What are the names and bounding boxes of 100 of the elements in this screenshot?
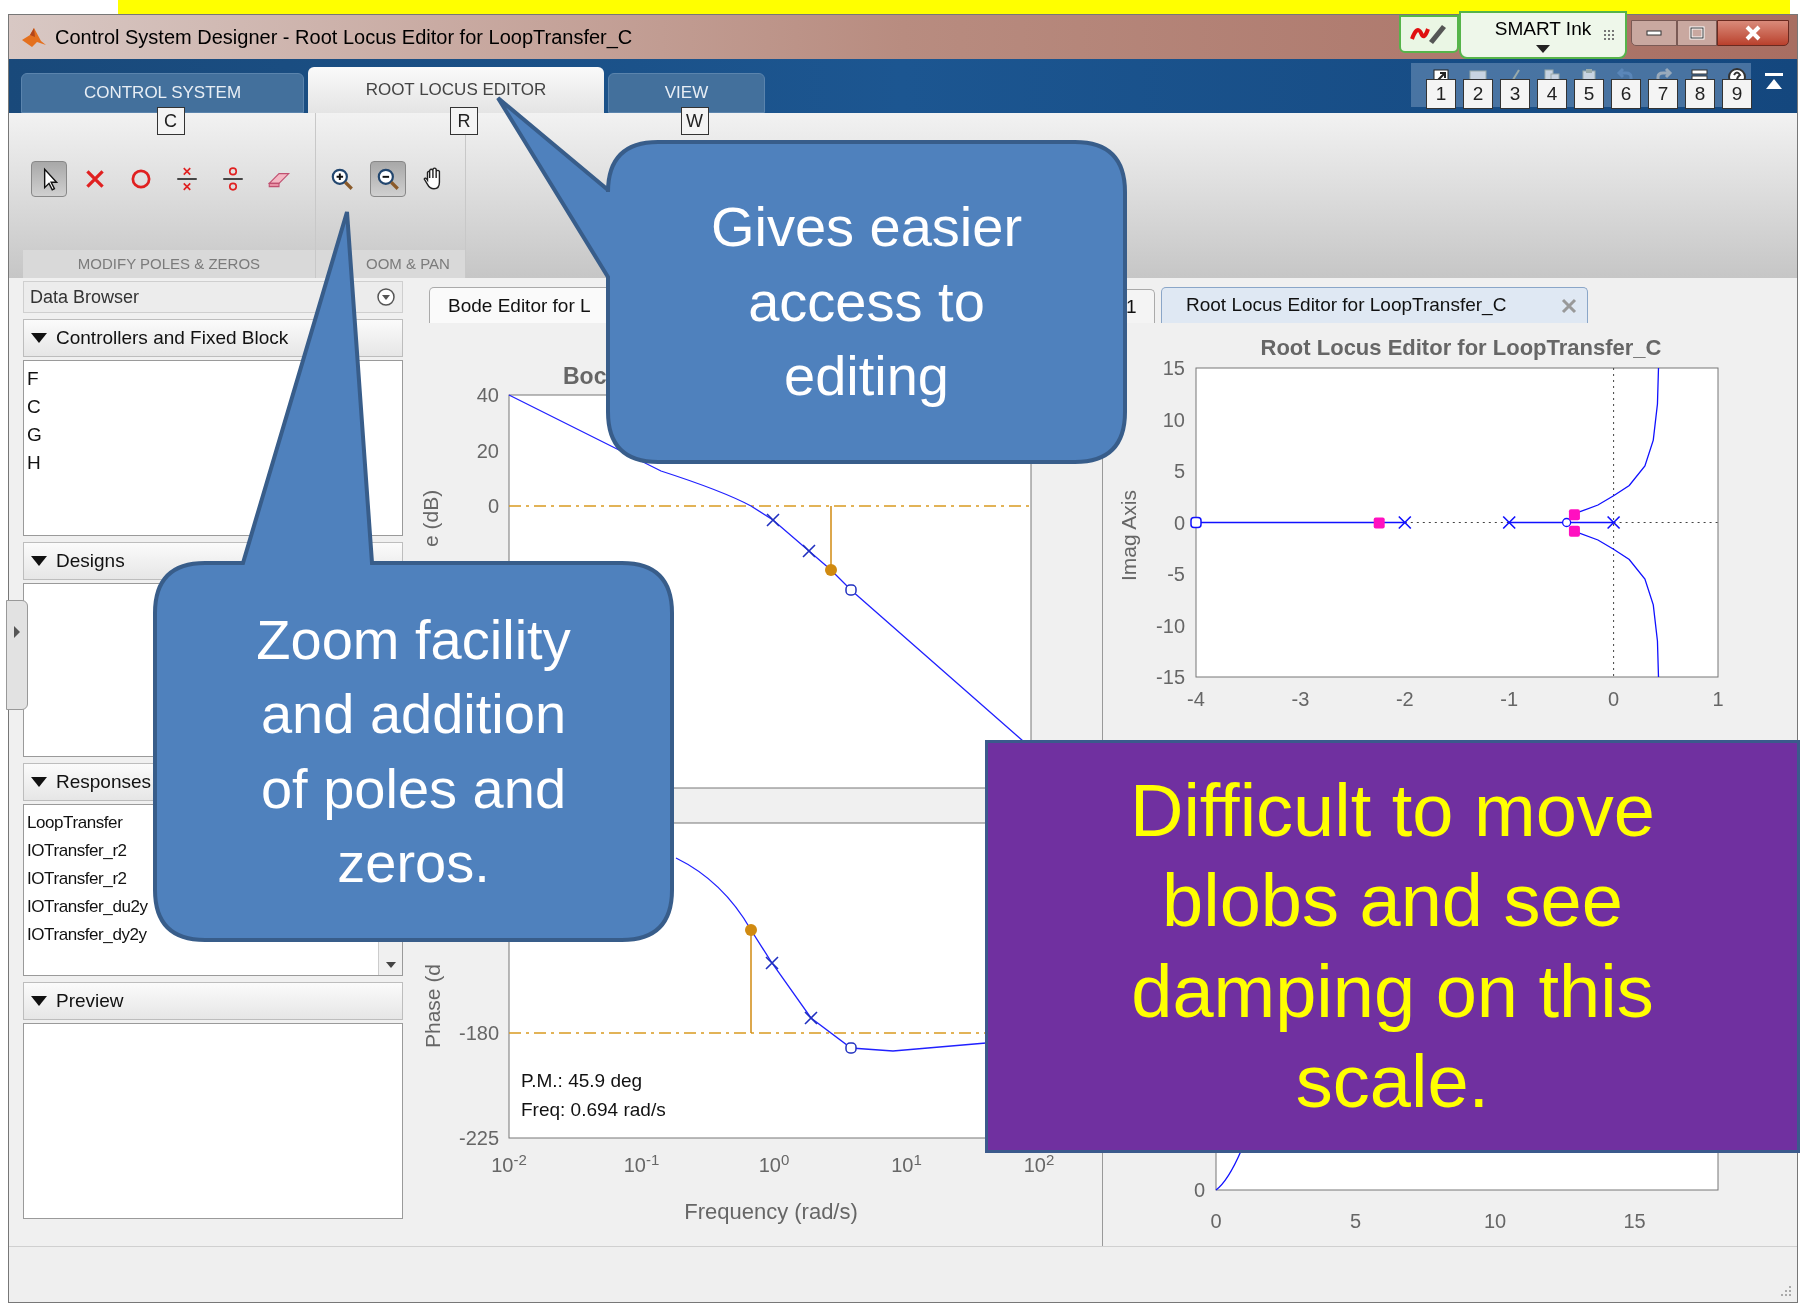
- collapse-caret-icon: [30, 332, 48, 344]
- tick-label: 1: [1712, 687, 1724, 712]
- margin-readout: P.M.: 45.9 deg: [521, 1069, 643, 1093]
- ribbon-tab[interactable]: VIEW: [608, 73, 765, 113]
- dropdown-caret-icon: [1535, 43, 1551, 54]
- window-title: Control System Designer - Root Locus Editor for LoopTransfer_C: [55, 25, 633, 51]
- keytip-tooltip: 1: [1426, 79, 1456, 109]
- zoom-out-icon: [375, 166, 401, 192]
- list-item[interactable]: IOTransfer_dy2y: [27, 921, 147, 949]
- minimize-button[interactable]: [1631, 20, 1677, 46]
- pole-marker: [804, 1011, 818, 1025]
- section-label: MODIFY POLES & ZEROS: [77, 253, 261, 274]
- tick-label: 15: [1162, 356, 1185, 381]
- ribbon-tab[interactable]: ROOT LOCUS EDITOR: [308, 67, 604, 113]
- plot-title: Root Locus Editor for LoopTransfer_C: [1260, 334, 1662, 362]
- tick-label: 5: [1349, 1209, 1362, 1234]
- tick-label: 10$^{-2}$: [491, 1150, 527, 1178]
- section-header[interactable]: Preview: [23, 982, 403, 1020]
- tick-label: 40: [476, 383, 499, 408]
- resize-grip-icon[interactable]: [1779, 1284, 1793, 1298]
- zoom-in-icon: [329, 166, 355, 192]
- zero-pair-icon: [220, 166, 246, 192]
- keytip-tooltip: R: [450, 107, 478, 135]
- pole-marker: [765, 956, 779, 970]
- list-item[interactable]: IOTransfer_r2: [27, 837, 127, 865]
- tick-label: 10$^{2}$: [1023, 1150, 1055, 1178]
- keytip-tooltip: 8: [1685, 79, 1715, 109]
- tick-label: 0: [1173, 510, 1185, 536]
- closed-loop-pole: [1373, 517, 1385, 529]
- pole-pair-icon: [174, 166, 200, 192]
- close-icon: [1744, 25, 1762, 41]
- tick-label: 10: [1483, 1209, 1507, 1234]
- closed-loop-pole: [1568, 509, 1580, 521]
- close-button[interactable]: [1717, 20, 1789, 46]
- section-title: Designs: [56, 548, 125, 573]
- tick-label: -10: [1156, 613, 1185, 639]
- axis-label: Phase (d: [421, 963, 445, 1048]
- expand-arrow-icon: [12, 625, 22, 639]
- maximize-button[interactable]: [1677, 20, 1717, 46]
- collapse-caret-icon: [30, 555, 48, 567]
- tick-label: -225: [458, 1126, 499, 1151]
- pole-marker: [1398, 515, 1412, 530]
- minimize-icon: [1646, 30, 1662, 36]
- list-item[interactable]: IOTransfer_du2y: [27, 893, 148, 921]
- document-tab[interactable]: Root Locus Editor for LoopTransfer_C: [1161, 287, 1588, 323]
- section-label: OOM & PAN: [366, 253, 450, 274]
- zero-marker: [845, 1042, 857, 1054]
- tick-label: 0: [1193, 1178, 1205, 1203]
- zero-marker: [1561, 517, 1572, 528]
- zero-marker: [1190, 516, 1202, 529]
- tick-label: 10$^{0}$: [758, 1150, 790, 1178]
- section-title: Controllers and Fixed Block: [56, 325, 289, 350]
- keytip-tooltip: 7: [1648, 79, 1678, 109]
- collapse-caret-icon: [30, 776, 48, 788]
- note-text: Difficult to move blobs and see damping on this scale.: [1128, 767, 1656, 1125]
- collapse-ribbon-icon[interactable]: [1763, 71, 1785, 91]
- keytip-tooltip: 3: [1500, 79, 1530, 109]
- tick-label: -4: [1187, 687, 1205, 712]
- tick-label: 0: [1210, 1209, 1222, 1234]
- axis-label: e (dB): [419, 489, 443, 547]
- callout-text: Zoom facility and addition of poles and zeros.: [255, 606, 572, 896]
- gain-crossover-marker: [825, 505, 837, 576]
- tick-label: 10$^{-1}$: [623, 1150, 660, 1178]
- list-item[interactable]: H: [27, 449, 41, 477]
- ribbon-tab[interactable]: CONTROL SYSTEM: [21, 73, 304, 113]
- tick-label: -3: [1291, 687, 1310, 712]
- pointer-tool-button[interactable]: [31, 161, 67, 197]
- grip-icon: [1603, 29, 1617, 43]
- tick-label: 5: [1173, 459, 1185, 484]
- restore-icon: [1689, 26, 1705, 40]
- pole-marker: [1502, 515, 1516, 530]
- list-item[interactable]: F: [27, 365, 39, 393]
- keytip-tooltip: 4: [1537, 79, 1567, 109]
- list-item[interactable]: C: [27, 393, 41, 421]
- side-panel-handle[interactable]: [6, 600, 28, 710]
- ink-pen-button[interactable]: [1399, 15, 1459, 53]
- tick-label: 20: [476, 439, 499, 464]
- list-item[interactable]: G: [27, 421, 42, 449]
- keytip-tooltip: W: [680, 107, 709, 135]
- options-icon[interactable]: [376, 287, 396, 307]
- tick-label: 10: [1162, 407, 1185, 433]
- pole-marker: [1606, 515, 1621, 530]
- list-item[interactable]: IOTransfer_r2: [27, 865, 127, 893]
- tick-label: -180: [458, 1021, 499, 1046]
- tick-label: 15: [1623, 1209, 1646, 1234]
- keytip-tooltip: 5: [1574, 79, 1604, 109]
- keytip-tooltip: C: [156, 107, 185, 135]
- zoom-out-tool-button[interactable]: [370, 161, 406, 197]
- pole-marker: [802, 544, 816, 558]
- callout-text: Gives easier access to editing: [709, 194, 1024, 410]
- panel-title: Data Browser: [30, 285, 140, 309]
- list-item[interactable]: LoopTransfer: [27, 809, 123, 837]
- axis-label: Imag Axis: [1117, 489, 1141, 581]
- smart-ink-button[interactable]: SMART Ink: [1459, 11, 1627, 59]
- axis-label: Frequency (rad/s): [684, 1198, 858, 1226]
- section-title: Preview: [56, 988, 124, 1013]
- scroll-down-icon[interactable]: [384, 961, 397, 969]
- keytip-tooltip: 9: [1722, 79, 1752, 109]
- margin-readout: Freq: 0.694 rad/s: [521, 1098, 666, 1122]
- step-response-curve: [1215, 1150, 1242, 1191]
